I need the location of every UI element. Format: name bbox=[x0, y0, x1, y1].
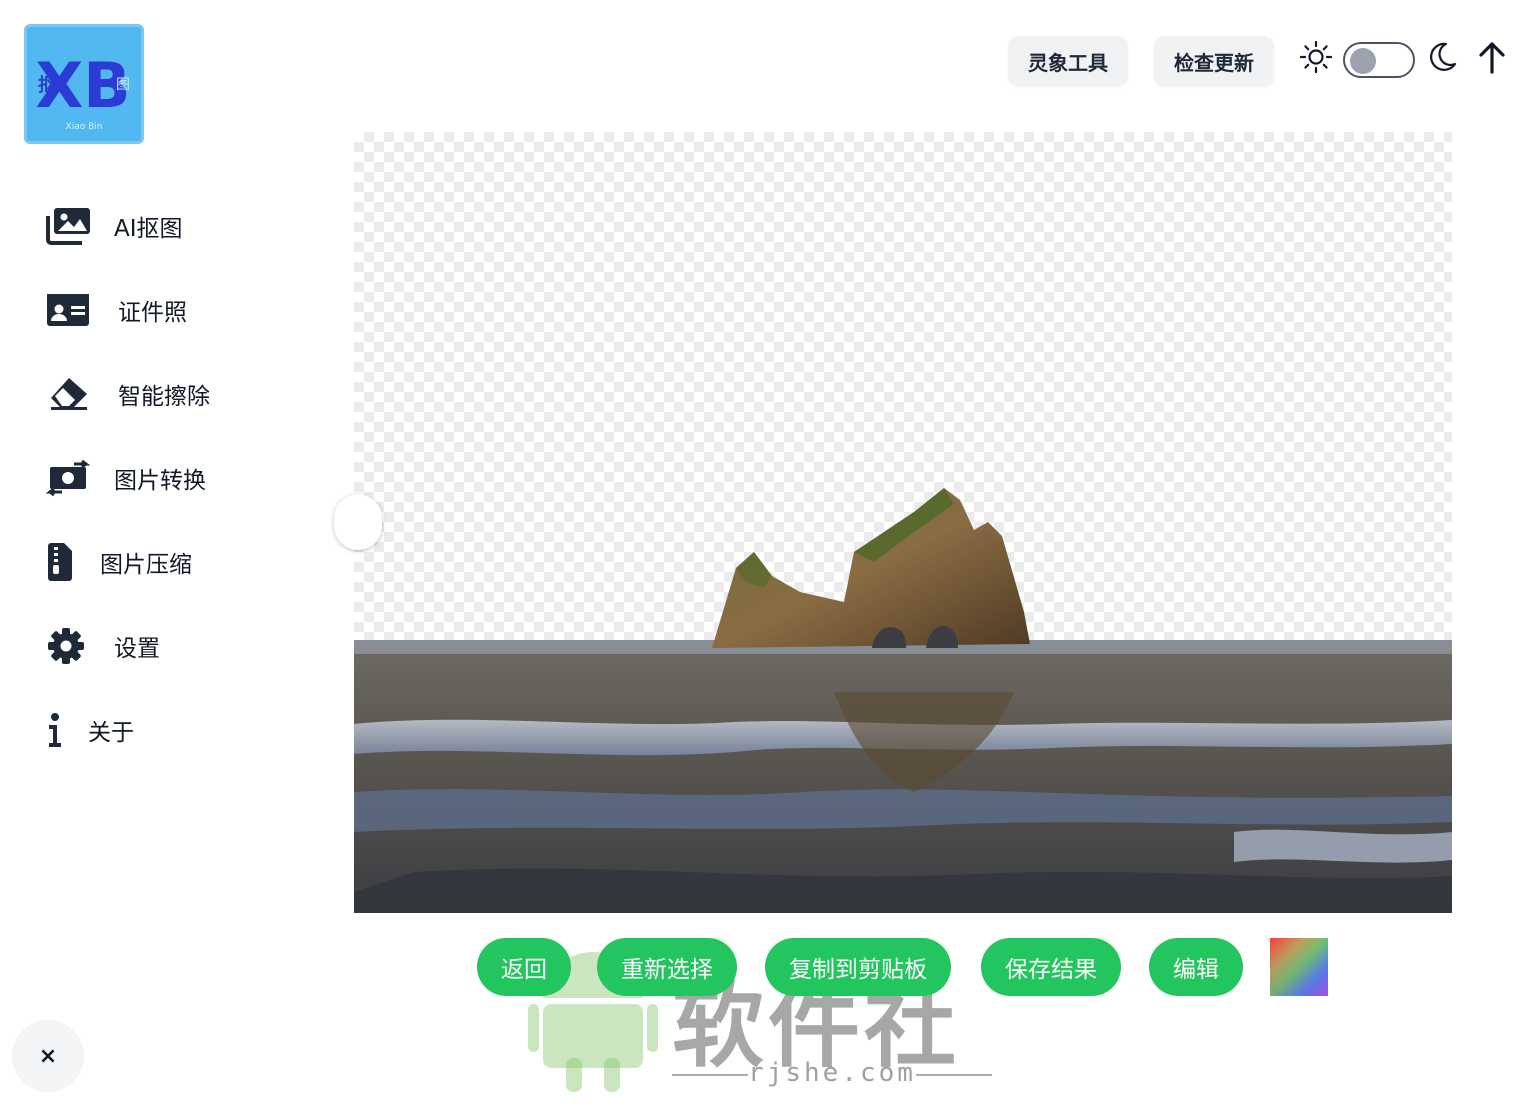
theme-toggle[interactable] bbox=[1343, 42, 1415, 78]
check-update-button[interactable]: 检查更新 bbox=[1154, 36, 1274, 86]
moon-icon bbox=[1428, 40, 1462, 74]
back-button[interactable]: 返回 bbox=[477, 938, 571, 996]
sidebar-item-ai-cutout[interactable]: AI抠图 bbox=[40, 196, 183, 256]
theme-toggle-knob bbox=[1350, 48, 1376, 74]
logo-sub-text: Xiao Bin bbox=[66, 122, 103, 132]
background-color-picker[interactable] bbox=[1270, 938, 1328, 996]
copy-to-clipboard-button[interactable]: 复制到剪贴板 bbox=[765, 938, 951, 996]
logo-left-text: 抠 bbox=[38, 75, 56, 96]
edit-button[interactable]: 编辑 bbox=[1149, 938, 1243, 996]
sidebar-item-image-compress[interactable]: 图片压缩 bbox=[40, 532, 192, 592]
gear-icon bbox=[40, 622, 92, 670]
sidebar-item-label: 关于 bbox=[88, 720, 134, 746]
watermark-url: rjshe.com bbox=[672, 1058, 992, 1088]
arrow-up-icon[interactable] bbox=[1476, 40, 1510, 74]
sidebar-item-about[interactable]: 关于 bbox=[40, 700, 134, 760]
sidebar-item-label: 图片压缩 bbox=[100, 552, 192, 578]
app-window: XB 抠 图 Xiao Bin AI抠图 证件照 智能擦除 图片转换 图片压缩 … bbox=[0, 0, 1539, 1116]
compare-slider-handle[interactable] bbox=[334, 494, 382, 550]
close-button[interactable]: × bbox=[12, 1020, 84, 1092]
sidebar-item-label: 智能擦除 bbox=[118, 384, 210, 410]
info-icon bbox=[40, 706, 70, 754]
sidebar-item-label: 图片转换 bbox=[114, 468, 206, 494]
logo-right-text: 图 bbox=[116, 77, 130, 93]
eraser-icon bbox=[40, 370, 96, 418]
lingxiang-tools-button[interactable]: 灵象工具 bbox=[1008, 36, 1128, 86]
sidebar-item-label: 证件照 bbox=[118, 300, 187, 326]
sidebar-item-settings[interactable]: 设置 bbox=[40, 616, 160, 676]
result-image bbox=[354, 488, 1452, 913]
app-logo: XB 抠 图 Xiao Bin bbox=[24, 24, 144, 144]
id-card-icon bbox=[40, 286, 96, 334]
sidebar-item-label: 设置 bbox=[114, 636, 160, 662]
sidebar-item-id-photo[interactable]: 证件照 bbox=[40, 280, 187, 340]
file-zipper-icon bbox=[40, 538, 80, 586]
sun-icon bbox=[1299, 40, 1333, 74]
reselect-button[interactable]: 重新选择 bbox=[597, 938, 737, 996]
result-canvas[interactable] bbox=[354, 132, 1452, 913]
images-icon bbox=[40, 202, 96, 250]
save-result-button[interactable]: 保存结果 bbox=[981, 938, 1121, 996]
sidebar-item-smart-erase[interactable]: 智能擦除 bbox=[40, 364, 210, 424]
money-bill-transfer-icon bbox=[40, 454, 96, 502]
sidebar-item-label: AI抠图 bbox=[114, 216, 183, 242]
sidebar-item-image-convert[interactable]: 图片转换 bbox=[40, 448, 206, 508]
